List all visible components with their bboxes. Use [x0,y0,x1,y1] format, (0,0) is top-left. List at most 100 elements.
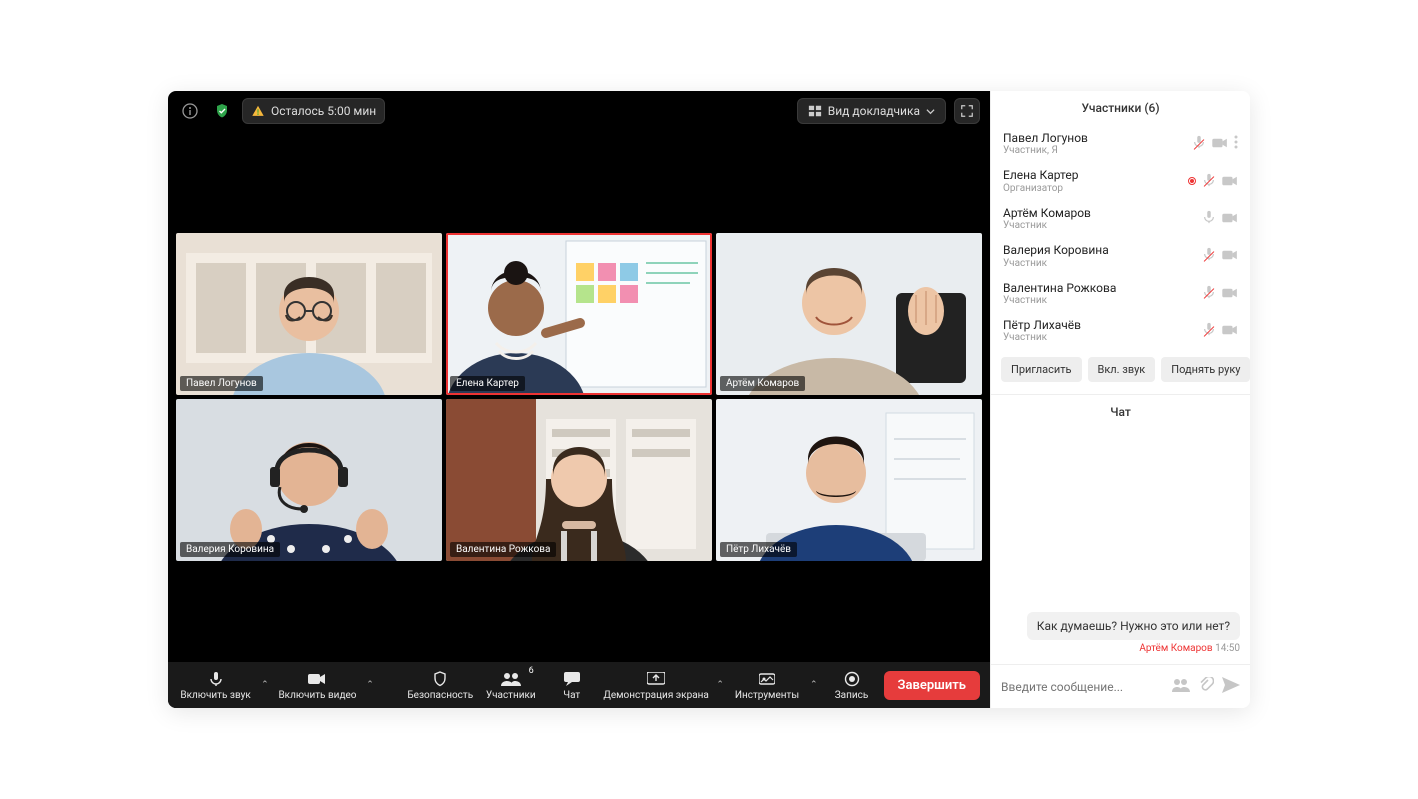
end-call-button[interactable]: Завершить [884,671,980,700]
tools-label: Инструменты [735,690,799,701]
audio-button[interactable]: Включить звук [178,668,253,703]
unmute-button[interactable]: Вкл. звук [1088,357,1156,382]
info-icon[interactable] [178,99,202,123]
recording-icon [1188,177,1196,185]
mic-status-icon [1202,209,1216,228]
participant-row[interactable]: Валентина РожковаУчастник [1003,275,1238,312]
chat-button[interactable]: Чат [546,668,598,703]
record-label: Запись [835,690,869,701]
invite-button[interactable]: Пригласить [1001,357,1082,382]
chat-time: 14:50 [1215,643,1240,654]
video-chevron-icon[interactable]: ⌃ [364,680,376,690]
shield-outline-icon [432,670,448,688]
fullscreen-button[interactable] [954,98,980,124]
video-tile[interactable]: Павел Логунов [176,233,442,395]
participant-row[interactable]: Пётр ЛихачёвУчастник [1003,312,1238,349]
participant-icons [1202,209,1238,228]
tile-name: Павел Логунов [180,376,263,391]
participant-name: Пётр Лихачёв [1003,318,1194,332]
tools-icon [759,670,775,688]
video-tile[interactable]: Пётр Лихачёв [716,399,982,561]
video-tile[interactable]: Артём Комаров [716,233,982,395]
warning-icon [251,104,265,118]
chat-messages: Как думаешь? Нужно это или нет? Артём Ко… [991,429,1250,664]
chat-sender: Артём Комаров [1139,643,1212,654]
tile-name: Елена Картер [450,376,525,391]
raise-hand-button[interactable]: Поднять руку [1161,357,1250,382]
chat-icon [564,670,580,688]
participant-icons [1188,172,1238,191]
record-button[interactable]: Запись [826,668,878,703]
security-button[interactable]: Безопасность [405,668,476,703]
participant-role: Организатор [1003,183,1180,194]
share-chevron-icon[interactable]: ⌃ [714,680,726,690]
participant-role: Участник [1003,295,1194,306]
participant-role: Участник [1003,220,1194,231]
audio-label: Включить звук [180,690,250,701]
video-grid: Павел Логунов [176,233,982,561]
view-mode-label: Вид докладчика [828,104,920,118]
participant-row[interactable]: Валерия КоровинаУчастник [1003,237,1238,274]
chat-label: Чат [563,690,580,701]
camera-status-icon [1222,172,1238,191]
chat-input-row [991,664,1250,708]
send-icon[interactable] [1222,677,1240,697]
tools-chevron-icon[interactable]: ⌃ [808,680,820,690]
participants-label: Участники [486,690,536,701]
time-remaining-pill: Осталось 5:00 мин [242,98,385,124]
mic-status-icon [1202,246,1216,265]
video-tile[interactable]: Елена Картер [446,233,712,395]
share-button[interactable]: Демонстрация экрана [604,668,709,703]
participants-title: Участники (6) [991,91,1250,125]
time-remaining-text: Осталось 5:00 мин [271,104,376,118]
chevron-down-icon [926,107,935,116]
participants-button[interactable]: 6 Участники [482,668,540,703]
video-tile[interactable]: Валентина Рожкова [446,399,712,561]
record-icon [844,670,860,688]
participant-icons [1202,246,1238,265]
shield-icon[interactable] [210,99,234,123]
tools-button[interactable]: Инструменты [732,668,802,703]
participant-role: Участник [1003,332,1194,343]
tile-name: Валерия Коровина [180,542,280,557]
camera-status-icon [1222,284,1238,303]
participant-row[interactable]: Артём КомаровУчастник [1003,200,1238,237]
chat-message: Как думаешь? Нужно это или нет? [1027,612,1240,640]
chat-input[interactable] [1001,680,1164,694]
chat-title: Чат [991,395,1250,429]
participant-role: Участник, Я [1003,145,1184,156]
tile-name: Артём Комаров [720,376,805,391]
video-area: Осталось 5:00 мин Вид докладчика [168,91,990,708]
video-button[interactable]: Включить видео [277,668,359,703]
bottom-toolbar: Включить звук ⌃ Включить видео ⌃ Безопас… [168,662,990,708]
participant-name: Павел Логунов [1003,131,1184,145]
chat-panel: Чат Как думаешь? Нужно это или нет? Артё… [991,394,1250,708]
mic-status-icon [1202,172,1216,191]
camera-status-icon [1222,246,1238,265]
participant-icons [1202,321,1238,340]
participant-name: Елена Картер [1003,168,1180,182]
participant-row[interactable]: Елена КартерОрганизатор [1003,162,1238,199]
camera-status-icon [1212,134,1228,153]
share-screen-icon [647,670,665,688]
participants-count: 6 [529,666,534,676]
camera-status-icon [1222,209,1238,228]
participant-icons [1192,134,1238,153]
video-label: Включить видео [278,690,356,701]
chat-message-meta: Артём Комаров 14:50 [1139,643,1240,654]
camera-icon [308,670,326,688]
mention-icon[interactable] [1172,677,1190,696]
top-bar: Осталось 5:00 мин Вид докладчика [168,91,990,131]
view-mode-button[interactable]: Вид докладчика [797,98,946,124]
participant-icons [1202,284,1238,303]
audio-chevron-icon[interactable]: ⌃ [259,680,271,690]
tile-name: Валентина Рожкова [450,542,556,557]
mic-status-icon [1202,284,1216,303]
participant-row[interactable]: Павел ЛогуновУчастник, Я [1003,125,1238,162]
more-icon[interactable] [1234,134,1238,153]
mic-icon [208,670,224,688]
video-tile[interactable]: Валерия Коровина [176,399,442,561]
attach-icon[interactable] [1198,677,1214,697]
grid-icon [808,104,822,118]
mic-status-icon [1192,134,1206,153]
